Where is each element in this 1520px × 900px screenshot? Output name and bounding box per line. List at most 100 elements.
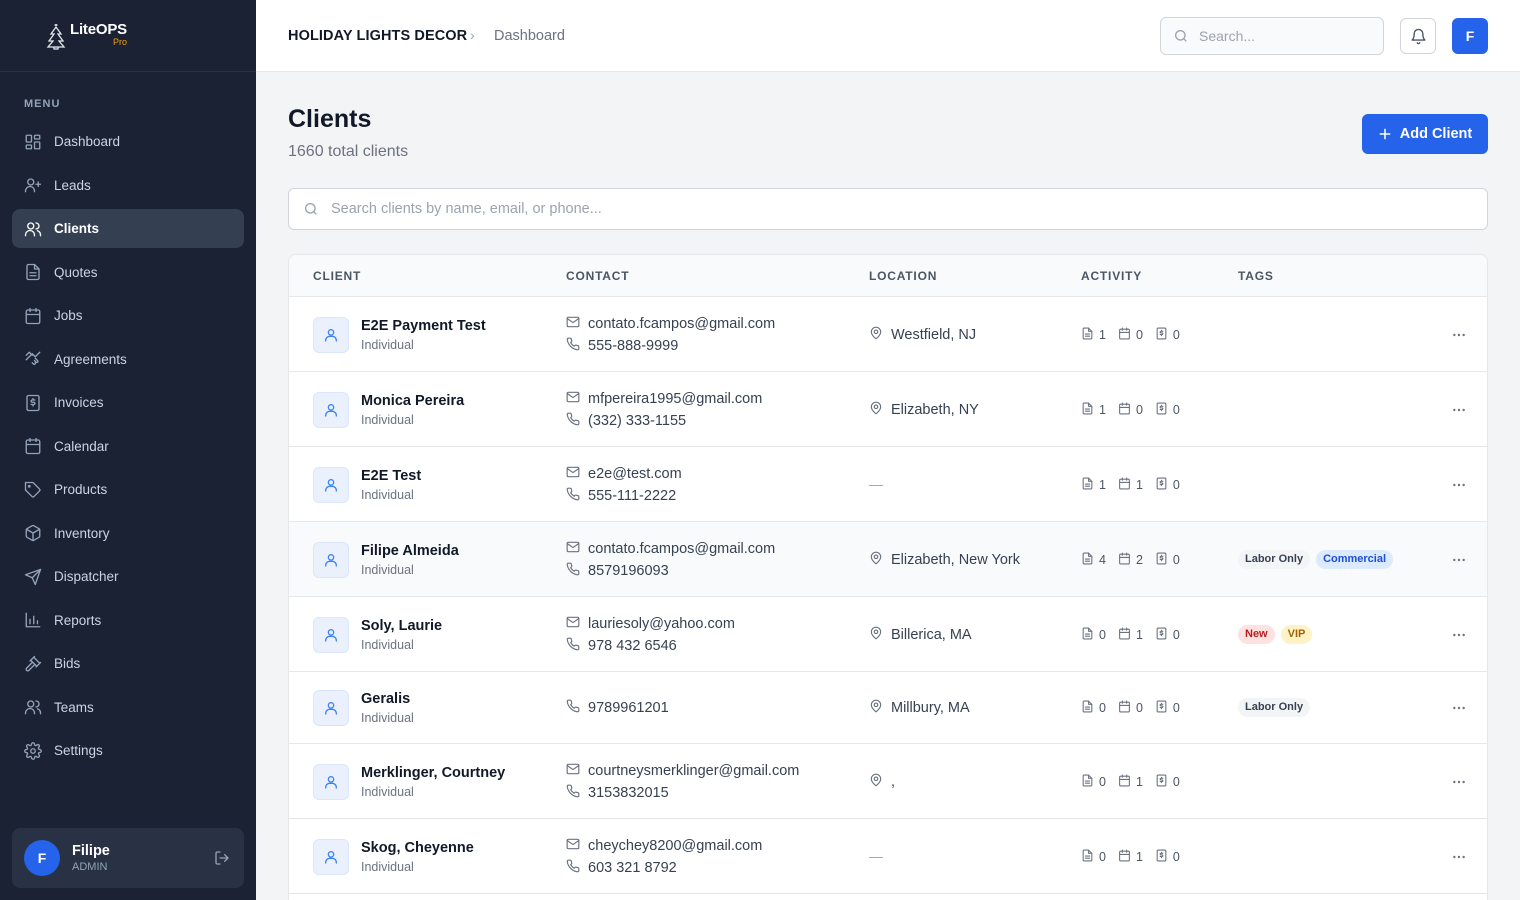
sidebar-nav: Dashboard Leads Clients Quotes Jobs Agreement… xyxy=(12,122,244,775)
client-search[interactable] xyxy=(288,188,1488,230)
more-options-icon[interactable] xyxy=(1449,625,1469,645)
contact-phone[interactable]: 555-888-9999 xyxy=(566,337,678,355)
client-name[interactable]: Skog, Cheyenne xyxy=(361,840,474,856)
quotes-count: 4 xyxy=(1081,552,1106,568)
map-pin-icon xyxy=(869,626,883,644)
contact-email[interactable]: contato.fcampos@gmail.com xyxy=(566,315,775,333)
location-empty: — xyxy=(869,847,883,864)
notifications-button[interactable] xyxy=(1400,18,1436,54)
table-row[interactable]: E2E Payment Test Individual contato.fcampo… xyxy=(289,297,1487,372)
contact-phone[interactable]: 3153832015 xyxy=(566,784,669,802)
tree-logo-icon xyxy=(46,23,66,50)
user-card[interactable]: F Filipe ADMIN xyxy=(12,828,244,888)
sidebar-item-teams[interactable]: Teams xyxy=(12,688,244,727)
more-options-icon[interactable] xyxy=(1449,772,1469,792)
contact-phone[interactable]: 555-111-2222 xyxy=(566,487,676,505)
dollar-receipt-icon xyxy=(24,394,42,412)
global-search[interactable] xyxy=(1160,17,1384,55)
sidebar-item-quotes[interactable]: Quotes xyxy=(12,253,244,292)
mail-icon xyxy=(566,762,580,780)
sidebar-item-leads[interactable]: Leads xyxy=(12,166,244,205)
sidebar-item-settings[interactable]: Settings xyxy=(12,731,244,770)
activity-counts: 010 xyxy=(1081,774,1192,790)
client-type: Individual xyxy=(361,487,414,502)
logout-icon[interactable] xyxy=(212,848,232,868)
tag-badge: Labor Only xyxy=(1238,698,1311,717)
sidebar-item-label: Teams xyxy=(54,699,94,715)
contact-phone[interactable]: 9789961201 xyxy=(566,699,669,717)
client-name[interactable]: Merklinger, Courtney xyxy=(361,765,505,781)
client-name[interactable]: Filipe Almeida xyxy=(361,543,459,559)
sidebar-item-jobs[interactable]: Jobs xyxy=(12,296,244,335)
add-client-button[interactable]: Add Client xyxy=(1362,114,1488,154)
more-options-icon[interactable] xyxy=(1449,400,1469,420)
plus-icon xyxy=(1379,128,1391,140)
client-name[interactable]: Monica Pereira xyxy=(361,393,464,409)
client-name[interactable]: Soly, Laurie xyxy=(361,618,442,634)
more-options-icon[interactable] xyxy=(1449,698,1469,718)
jobs-count: 2 xyxy=(1118,552,1143,568)
sidebar-item-inventory[interactable]: Inventory xyxy=(12,514,244,553)
sidebar-item-calendar[interactable]: Calendar xyxy=(12,427,244,466)
contact-phone[interactable]: 603 321 8792 xyxy=(566,859,677,877)
client-name[interactable]: E2E Payment Test xyxy=(361,318,486,334)
more-options-icon[interactable] xyxy=(1449,475,1469,495)
calendar-icon xyxy=(1118,477,1131,493)
sidebar-item-invoices[interactable]: Invoices xyxy=(12,383,244,422)
sidebar-item-products[interactable]: Products xyxy=(12,470,244,509)
sidebar-item-agreements[interactable]: Agreements xyxy=(12,340,244,379)
contact-email[interactable]: lauriesoly@yahoo.com xyxy=(566,615,735,633)
client-name[interactable]: Geralis xyxy=(361,691,410,707)
more-options-icon[interactable] xyxy=(1449,847,1469,867)
contact-email[interactable]: contato.fcampos@gmail.com xyxy=(566,540,775,558)
top-bar: HOLIDAY LIGHTS DECOR › Dashboard F xyxy=(256,0,1520,72)
location-text: Millbury, MA xyxy=(891,700,970,716)
contact-email[interactable]: courtneysmerklinger@gmail.com xyxy=(566,762,799,780)
breadcrumb-page[interactable]: Dashboard xyxy=(494,28,565,44)
table-row[interactable]: Soly, Laurie Individual lauriesoly@yahoo.c… xyxy=(289,597,1487,672)
sidebar-item-clients[interactable]: Clients xyxy=(12,209,244,248)
tag-badge: New xyxy=(1238,624,1275,644)
table-row[interactable]: Merklinger, Courtney Individual courtneysm… xyxy=(289,744,1487,819)
contact-email[interactable]: mfpereira1995@gmail.com xyxy=(566,390,762,408)
contact-phone[interactable]: (332) 333-1155 xyxy=(566,412,686,430)
table-row[interactable]: Filipe Almeida Individual contato.fcampos@… xyxy=(289,522,1487,597)
contact-phone[interactable]: 8579196093 xyxy=(566,562,669,580)
sidebar-item-reports[interactable]: Reports xyxy=(12,601,244,640)
table-row[interactable]: Skog, Cheyenne Individual cheychey8200@gma… xyxy=(289,819,1487,894)
table-row[interactable]: Geralis Individual 9789961201 Millbury, MA 0… xyxy=(289,672,1487,744)
user-avatar: F xyxy=(24,840,60,876)
client-search-input[interactable] xyxy=(331,201,1431,217)
calendar-icon xyxy=(1118,774,1131,790)
jobs-count: 0 xyxy=(1118,327,1143,343)
sidebar-item-label: Jobs xyxy=(54,308,83,323)
table-row[interactable]: E2E Test Individual e2e@test.com 555-111-22… xyxy=(289,447,1487,522)
app-logo[interactable]: LiteOPS Pro xyxy=(46,22,127,50)
client-avatar-icon xyxy=(313,763,349,800)
table-row[interactable]: Monica Pereira Individual mfpereira1995@gm… xyxy=(289,372,1487,447)
client-location: , xyxy=(869,773,895,791)
quotes-count: 0 xyxy=(1081,627,1106,643)
sidebar-item-bids[interactable]: Bids xyxy=(12,644,244,683)
breadcrumb-company[interactable]: HOLIDAY LIGHTS DECOR xyxy=(288,28,467,44)
phone-icon xyxy=(566,562,580,580)
more-options-icon[interactable] xyxy=(1449,550,1469,570)
sidebar-item-dashboard[interactable]: Dashboard xyxy=(12,122,244,161)
contact-email[interactable]: e2e@test.com xyxy=(566,465,682,483)
tag-badge: Labor Only xyxy=(1238,549,1311,569)
more-options-icon[interactable] xyxy=(1449,325,1469,345)
contact-email[interactable]: cheychey8200@gmail.com xyxy=(566,837,762,855)
search-icon xyxy=(305,203,317,215)
client-name[interactable]: E2E Test xyxy=(361,468,421,484)
contact-phone[interactable]: 978 432 6546 xyxy=(566,637,677,655)
sidebar-item-dispatcher[interactable]: Dispatcher xyxy=(12,557,244,596)
global-search-input[interactable] xyxy=(1199,28,1369,44)
document-icon xyxy=(1081,327,1094,343)
header-avatar[interactable]: F xyxy=(1452,18,1488,54)
map-pin-icon xyxy=(869,699,883,717)
invoices-count: 0 xyxy=(1155,477,1180,493)
email-text: mfpereira1995@gmail.com xyxy=(588,390,763,407)
users-icon xyxy=(24,698,42,716)
activity-counts: 000 xyxy=(1081,700,1192,716)
phone-icon xyxy=(566,859,580,877)
